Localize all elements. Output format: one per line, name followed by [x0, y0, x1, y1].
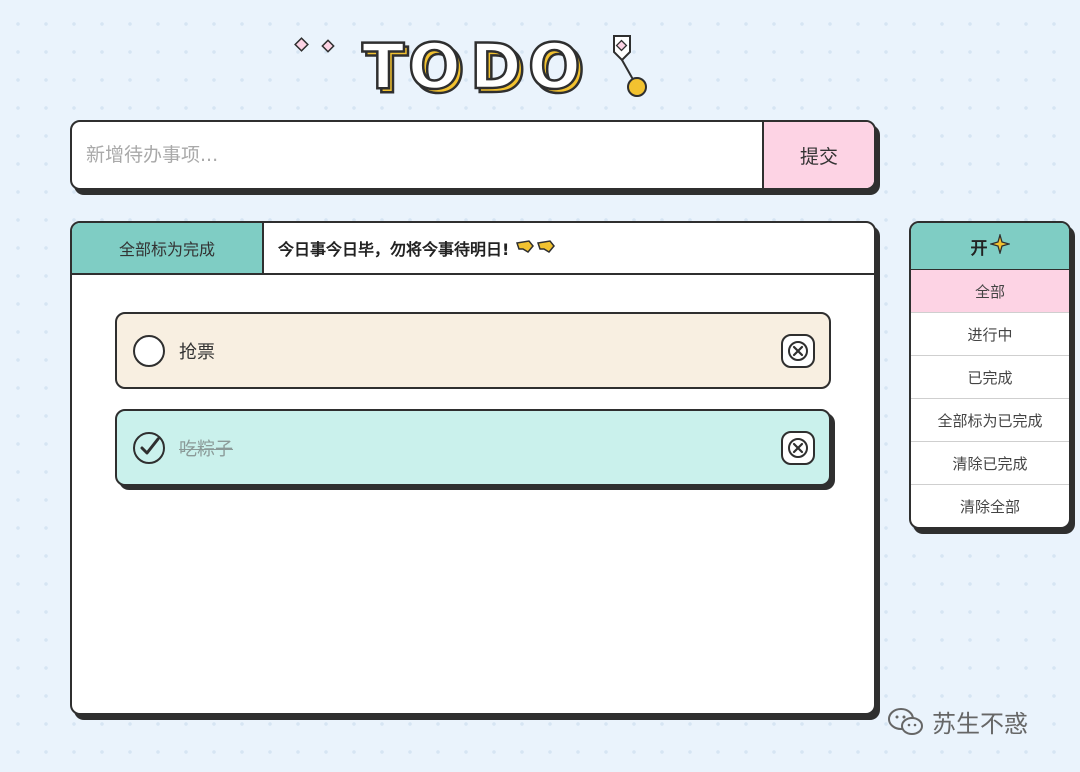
- todo-checkbox[interactable]: [133, 334, 165, 367]
- submit-button[interactable]: 提交: [762, 122, 874, 188]
- svg-text:O: O: [408, 30, 461, 102]
- todo-card: 全部标为完成 今日事今日毕，勿将今事待明日! 抢票 吃粽子: [70, 221, 876, 715]
- check-icon: [140, 437, 160, 454]
- watermark-text: 苏生不惑: [932, 710, 1028, 738]
- filter-panel: 开 全部 进行中 已完成 全部标为已完成 清除已完成 清除全部: [909, 221, 1071, 529]
- todo-card-header: 全部标为完成 今日事今日毕，勿将今事待明日!: [72, 223, 874, 275]
- todo-item: 抢票: [115, 312, 831, 389]
- svg-text:D: D: [470, 30, 521, 102]
- close-icon: [788, 340, 808, 361]
- filter-panel-header[interactable]: 开: [911, 223, 1069, 270]
- todo-checkbox[interactable]: [133, 431, 165, 464]
- close-icon: [788, 437, 808, 458]
- todo-text: 抢票: [179, 341, 215, 363]
- pointing-hand-icon: [515, 237, 557, 259]
- todo-list: 抢票 吃粽子: [72, 275, 874, 486]
- mark-all-done-action[interactable]: 全部标为已完成: [911, 399, 1069, 442]
- clear-all-action[interactable]: 清除全部: [911, 485, 1069, 527]
- delete-todo-button[interactable]: [781, 333, 815, 368]
- todo-item: 吃粽子: [115, 409, 831, 486]
- app-logo: T T O O D D O O: [290, 28, 660, 102]
- filter-completed[interactable]: 已完成: [911, 356, 1069, 399]
- new-todo-input[interactable]: [72, 122, 762, 188]
- delete-todo-button[interactable]: [781, 430, 815, 465]
- motto-text-wrap: 今日事今日毕，勿将今事待明日!: [264, 223, 557, 273]
- todo-text: 吃粽子: [179, 438, 233, 460]
- todo-logo-graphic: T T O O D D O O: [294, 29, 647, 102]
- filter-all[interactable]: 全部: [911, 270, 1069, 313]
- svg-text:O: O: [528, 30, 581, 102]
- mark-all-complete-button[interactable]: 全部标为完成: [72, 223, 264, 273]
- filter-in-progress[interactable]: 进行中: [911, 313, 1069, 356]
- new-todo-bar: 提交: [70, 120, 876, 190]
- filter-panel-title: 开: [970, 238, 988, 259]
- sparkle-icon: [988, 232, 1011, 259]
- clear-completed-action[interactable]: 清除已完成: [911, 442, 1069, 485]
- watermark: 苏生不惑: [886, 704, 1028, 739]
- svg-text:T: T: [362, 30, 404, 102]
- wechat-icon: [888, 707, 923, 735]
- motto-text: 今日事今日毕，勿将今事待明日!: [278, 240, 510, 259]
